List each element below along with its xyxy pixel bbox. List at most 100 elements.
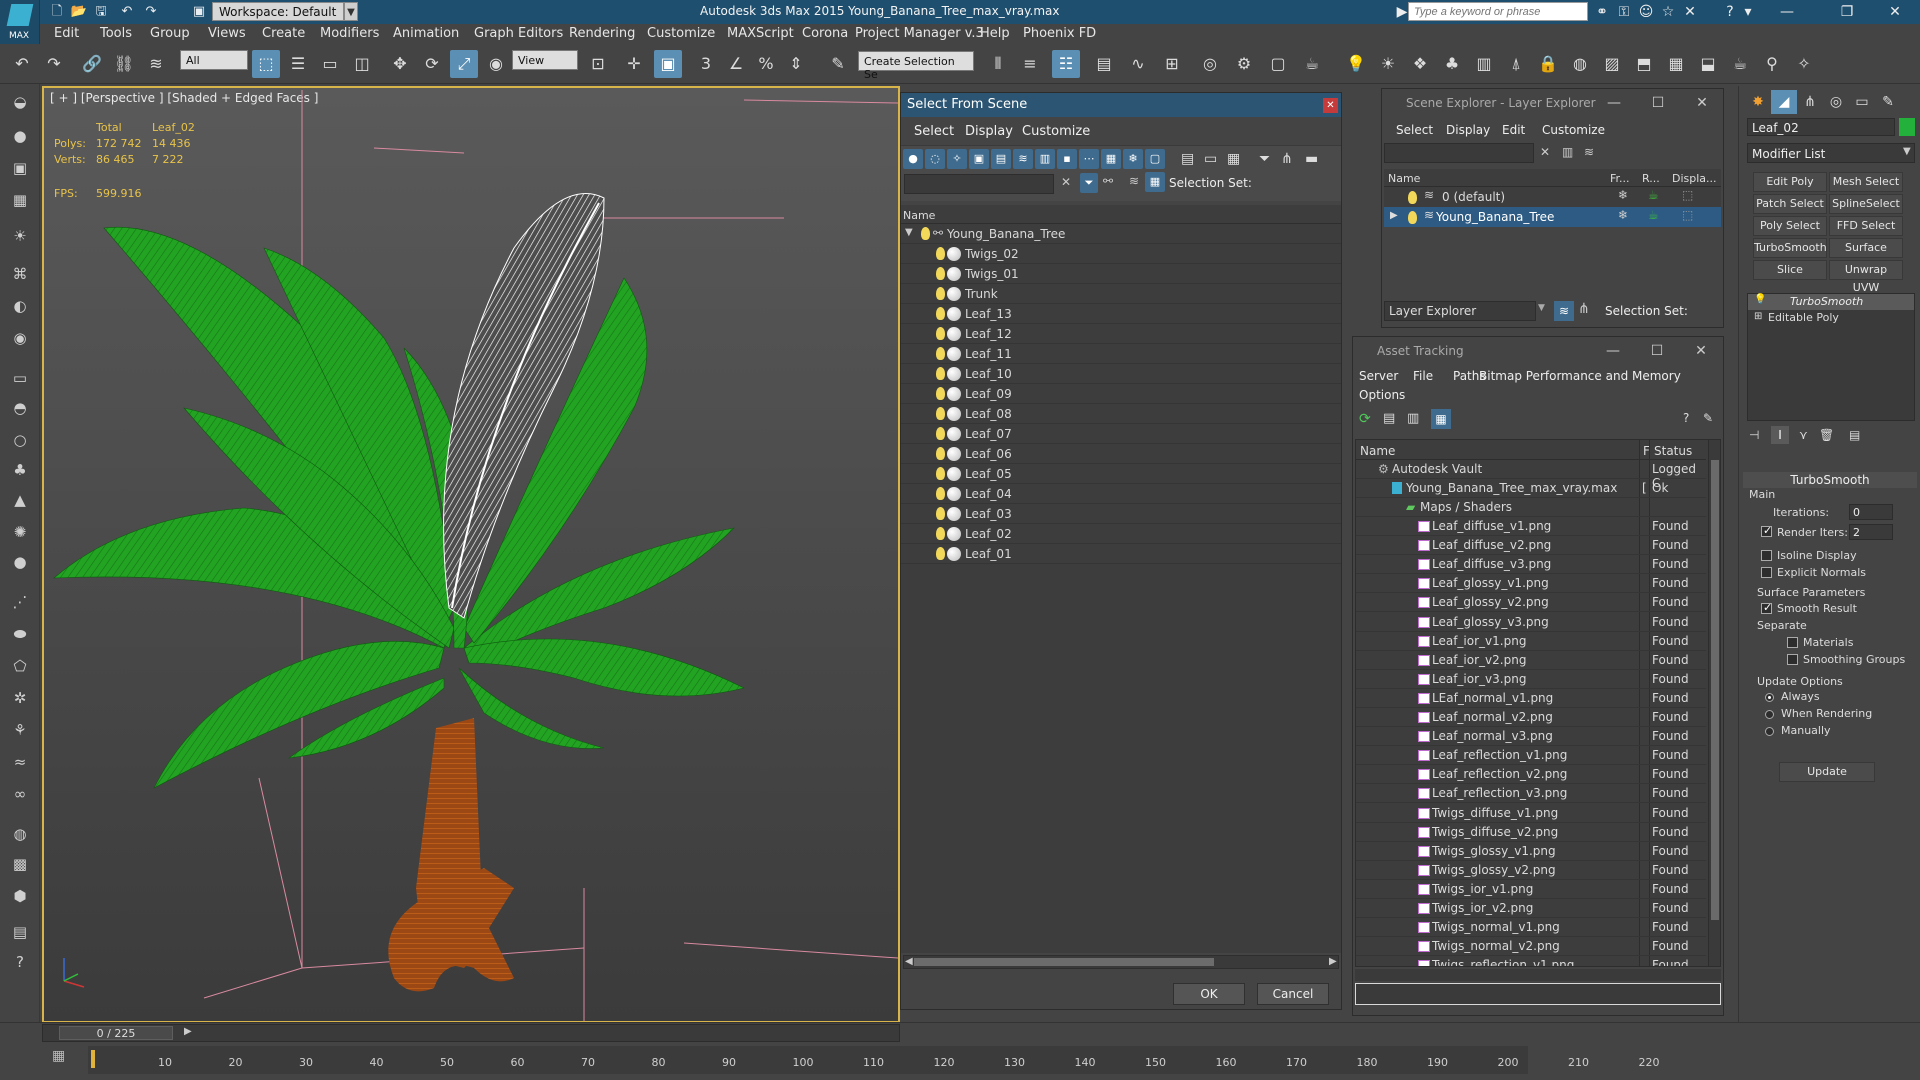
move-icon[interactable]: ✥ (386, 50, 414, 78)
render-iters-spinner[interactable]: 2 (1849, 524, 1893, 540)
find-input[interactable] (1384, 143, 1534, 163)
place-icon[interactable]: ◉ (482, 50, 510, 78)
scene-object-row[interactable]: Leaf_03 (901, 504, 1341, 524)
new-file-icon[interactable]: 🗋 (48, 3, 66, 20)
edit-named-sets-icon[interactable]: ✎ (824, 50, 852, 78)
open-file-icon[interactable]: 📂 (70, 3, 88, 20)
scale-icon[interactable]: ⤢ (450, 50, 478, 78)
sphere-icon[interactable]: ○ (7, 428, 33, 452)
help-icon[interactable]: ? (1720, 3, 1740, 21)
asset-row[interactable]: Leaf_diffuse_v2.png Found (1356, 536, 1706, 556)
object-color-swatch[interactable] (1899, 118, 1915, 136)
clear-icon[interactable]: ✕ (1061, 175, 1071, 189)
asset-row[interactable]: Twigs_glossy_v2.png Found (1356, 861, 1706, 880)
modifier-list-dropdown[interactable]: Modifier List (1747, 143, 1915, 163)
restore-icon[interactable]: ❐ (1826, 0, 1868, 24)
help-settings-icon[interactable]: ✎ (1703, 411, 1713, 425)
filter-xrefs-icon[interactable]: ▪ (1057, 149, 1077, 169)
scene-object-row[interactable]: Trunk (901, 284, 1341, 304)
bulb-icon[interactable] (936, 507, 945, 520)
camera-icon[interactable]: ▨ (1598, 50, 1626, 78)
scatter-icon[interactable]: ❖ (1406, 50, 1434, 78)
surface-select-button[interactable]: Surface Select (1829, 238, 1903, 272)
asset-row[interactable]: Leaf_ior_v1.png Found (1356, 632, 1706, 651)
horizontal-scrollbar[interactable] (1355, 969, 1721, 981)
hair-icon[interactable]: ≈ (7, 750, 33, 774)
column-display[interactable]: Displa... (1672, 172, 1717, 185)
display-tab-icon[interactable]: ▭ (1849, 90, 1875, 114)
close-icon[interactable]: ✕ (1323, 98, 1338, 113)
configure-sets-icon[interactable]: ▤ (1849, 428, 1860, 442)
redo-icon[interactable]: ↷ (40, 50, 68, 78)
app-logo[interactable]: MAX (0, 0, 40, 44)
layer-row-default[interactable] (1384, 187, 1721, 207)
chevron-down-icon[interactable]: ▾ (1738, 3, 1758, 21)
render-teapot-icon[interactable]: ☕ (1648, 188, 1659, 202)
rect-selection-icon[interactable]: ▭ (316, 50, 344, 78)
proxy-icon[interactable]: ▥ (1470, 50, 1498, 78)
teapot-icon[interactable]: ◒ (7, 90, 33, 114)
layers-icon[interactable]: ▤ (7, 920, 33, 944)
filter-cameras-icon[interactable]: ▣ (969, 149, 989, 169)
perspective-viewport[interactable]: [ + ] [Perspective ] [Shaded + Edged Fac… (42, 86, 900, 1023)
turbosmooth-rollout-header[interactable]: TurboSmooth (1743, 472, 1917, 488)
select-by-name-icon[interactable]: ☰ (284, 50, 312, 78)
sphere-icon[interactable]: ● (7, 124, 33, 148)
search-input[interactable] (1408, 2, 1588, 21)
curve-editor-icon[interactable]: ∿ (1124, 50, 1152, 78)
redo-icon[interactable]: ↷ (142, 3, 160, 20)
refresh-icon[interactable]: ⟳ (1359, 411, 1371, 427)
make-unique-icon[interactable]: ⋎ (1799, 428, 1808, 442)
close-icon[interactable]: ✕ (1691, 341, 1711, 361)
menu-animation[interactable]: Animation (393, 26, 459, 41)
bulb-settings-icon[interactable]: ⚲ (1758, 50, 1786, 78)
ok-button[interactable]: OK (1173, 983, 1245, 1005)
bulb-icon[interactable] (1408, 191, 1417, 204)
bulb-icon[interactable] (936, 487, 945, 500)
select-object-icon[interactable]: ⬚ (252, 50, 280, 78)
named-selection-dropdown[interactable]: Create Selection Se (858, 51, 974, 81)
camera-icon[interactable]: ◉ (7, 326, 33, 350)
select-invert-icon[interactable]: ▦ (1227, 151, 1240, 167)
filter-geometry-icon[interactable]: ● (903, 149, 923, 169)
asset-row[interactable]: Leaf_glossy_v2.png Found (1356, 593, 1706, 613)
light-icon[interactable]: ☀ (7, 224, 33, 248)
tree-root-row[interactable]: ▼ ⚯ Young_Banana_Tree (901, 224, 1341, 244)
list-view-icon[interactable]: ▤ (1383, 411, 1395, 426)
table-view-icon[interactable]: ▦ (1431, 409, 1451, 429)
add-to-layer-icon[interactable]: ≋ (1584, 145, 1594, 159)
show-end-result-icon[interactable]: I (1771, 426, 1789, 444)
spline-select-button[interactable]: SplineSelect (1829, 194, 1903, 214)
cancel-button[interactable]: Cancel (1257, 983, 1329, 1005)
horizontal-scrollbar[interactable] (903, 955, 1339, 969)
patch-select-button[interactable]: Patch Select (1753, 194, 1827, 214)
scene-object-row[interactable]: Leaf_08 (901, 404, 1341, 424)
hierarchy-icon[interactable]: ⋔ (1578, 301, 1590, 317)
column-name[interactable]: Name (903, 209, 935, 222)
freeze-icon[interactable]: ❄ (1618, 208, 1628, 222)
scene-object-row[interactable]: Leaf_10 (901, 364, 1341, 384)
bulb-icon[interactable] (936, 267, 945, 280)
minimize-icon[interactable]: — (1766, 0, 1808, 24)
materials-checkbox[interactable] (1787, 637, 1798, 648)
asset-row[interactable]: Leaf_ior_v3.png Found (1356, 670, 1706, 689)
bulb-icon[interactable]: 💡 (1754, 294, 1766, 305)
window-crossing-icon[interactable]: ◫ (348, 50, 376, 78)
bulb-icon[interactable] (936, 447, 945, 460)
scene-object-row[interactable]: Leaf_09 (901, 384, 1341, 404)
menu-help[interactable]: Help (980, 26, 1010, 41)
update-button[interactable]: Update (1779, 762, 1875, 782)
selection-set-icon[interactable]: ▦ (1145, 172, 1165, 192)
poly-select-button[interactable]: Poly Select (1753, 216, 1827, 236)
column-freeze[interactable]: Fr... (1610, 172, 1630, 185)
motion-tab-icon[interactable]: ◎ (1823, 90, 1849, 114)
bulb-icon[interactable] (936, 527, 945, 540)
stack-item-editable-poly[interactable]: Editable Poly (1768, 311, 1839, 324)
edit-poly-button[interactable]: Edit Poly (1753, 172, 1827, 192)
column-name[interactable]: Name (1388, 172, 1420, 185)
filter-warps-icon[interactable]: ≋ (1013, 149, 1033, 169)
vault-row[interactable]: ⚙ Autodesk Vault Logged C (1356, 460, 1706, 490)
object-name-field[interactable]: Leaf_02 (1747, 118, 1895, 136)
filter-hidden-icon[interactable]: ▢ (1145, 149, 1165, 169)
asset-row[interactable]: Leaf_reflection_v1.png Found (1356, 746, 1706, 766)
